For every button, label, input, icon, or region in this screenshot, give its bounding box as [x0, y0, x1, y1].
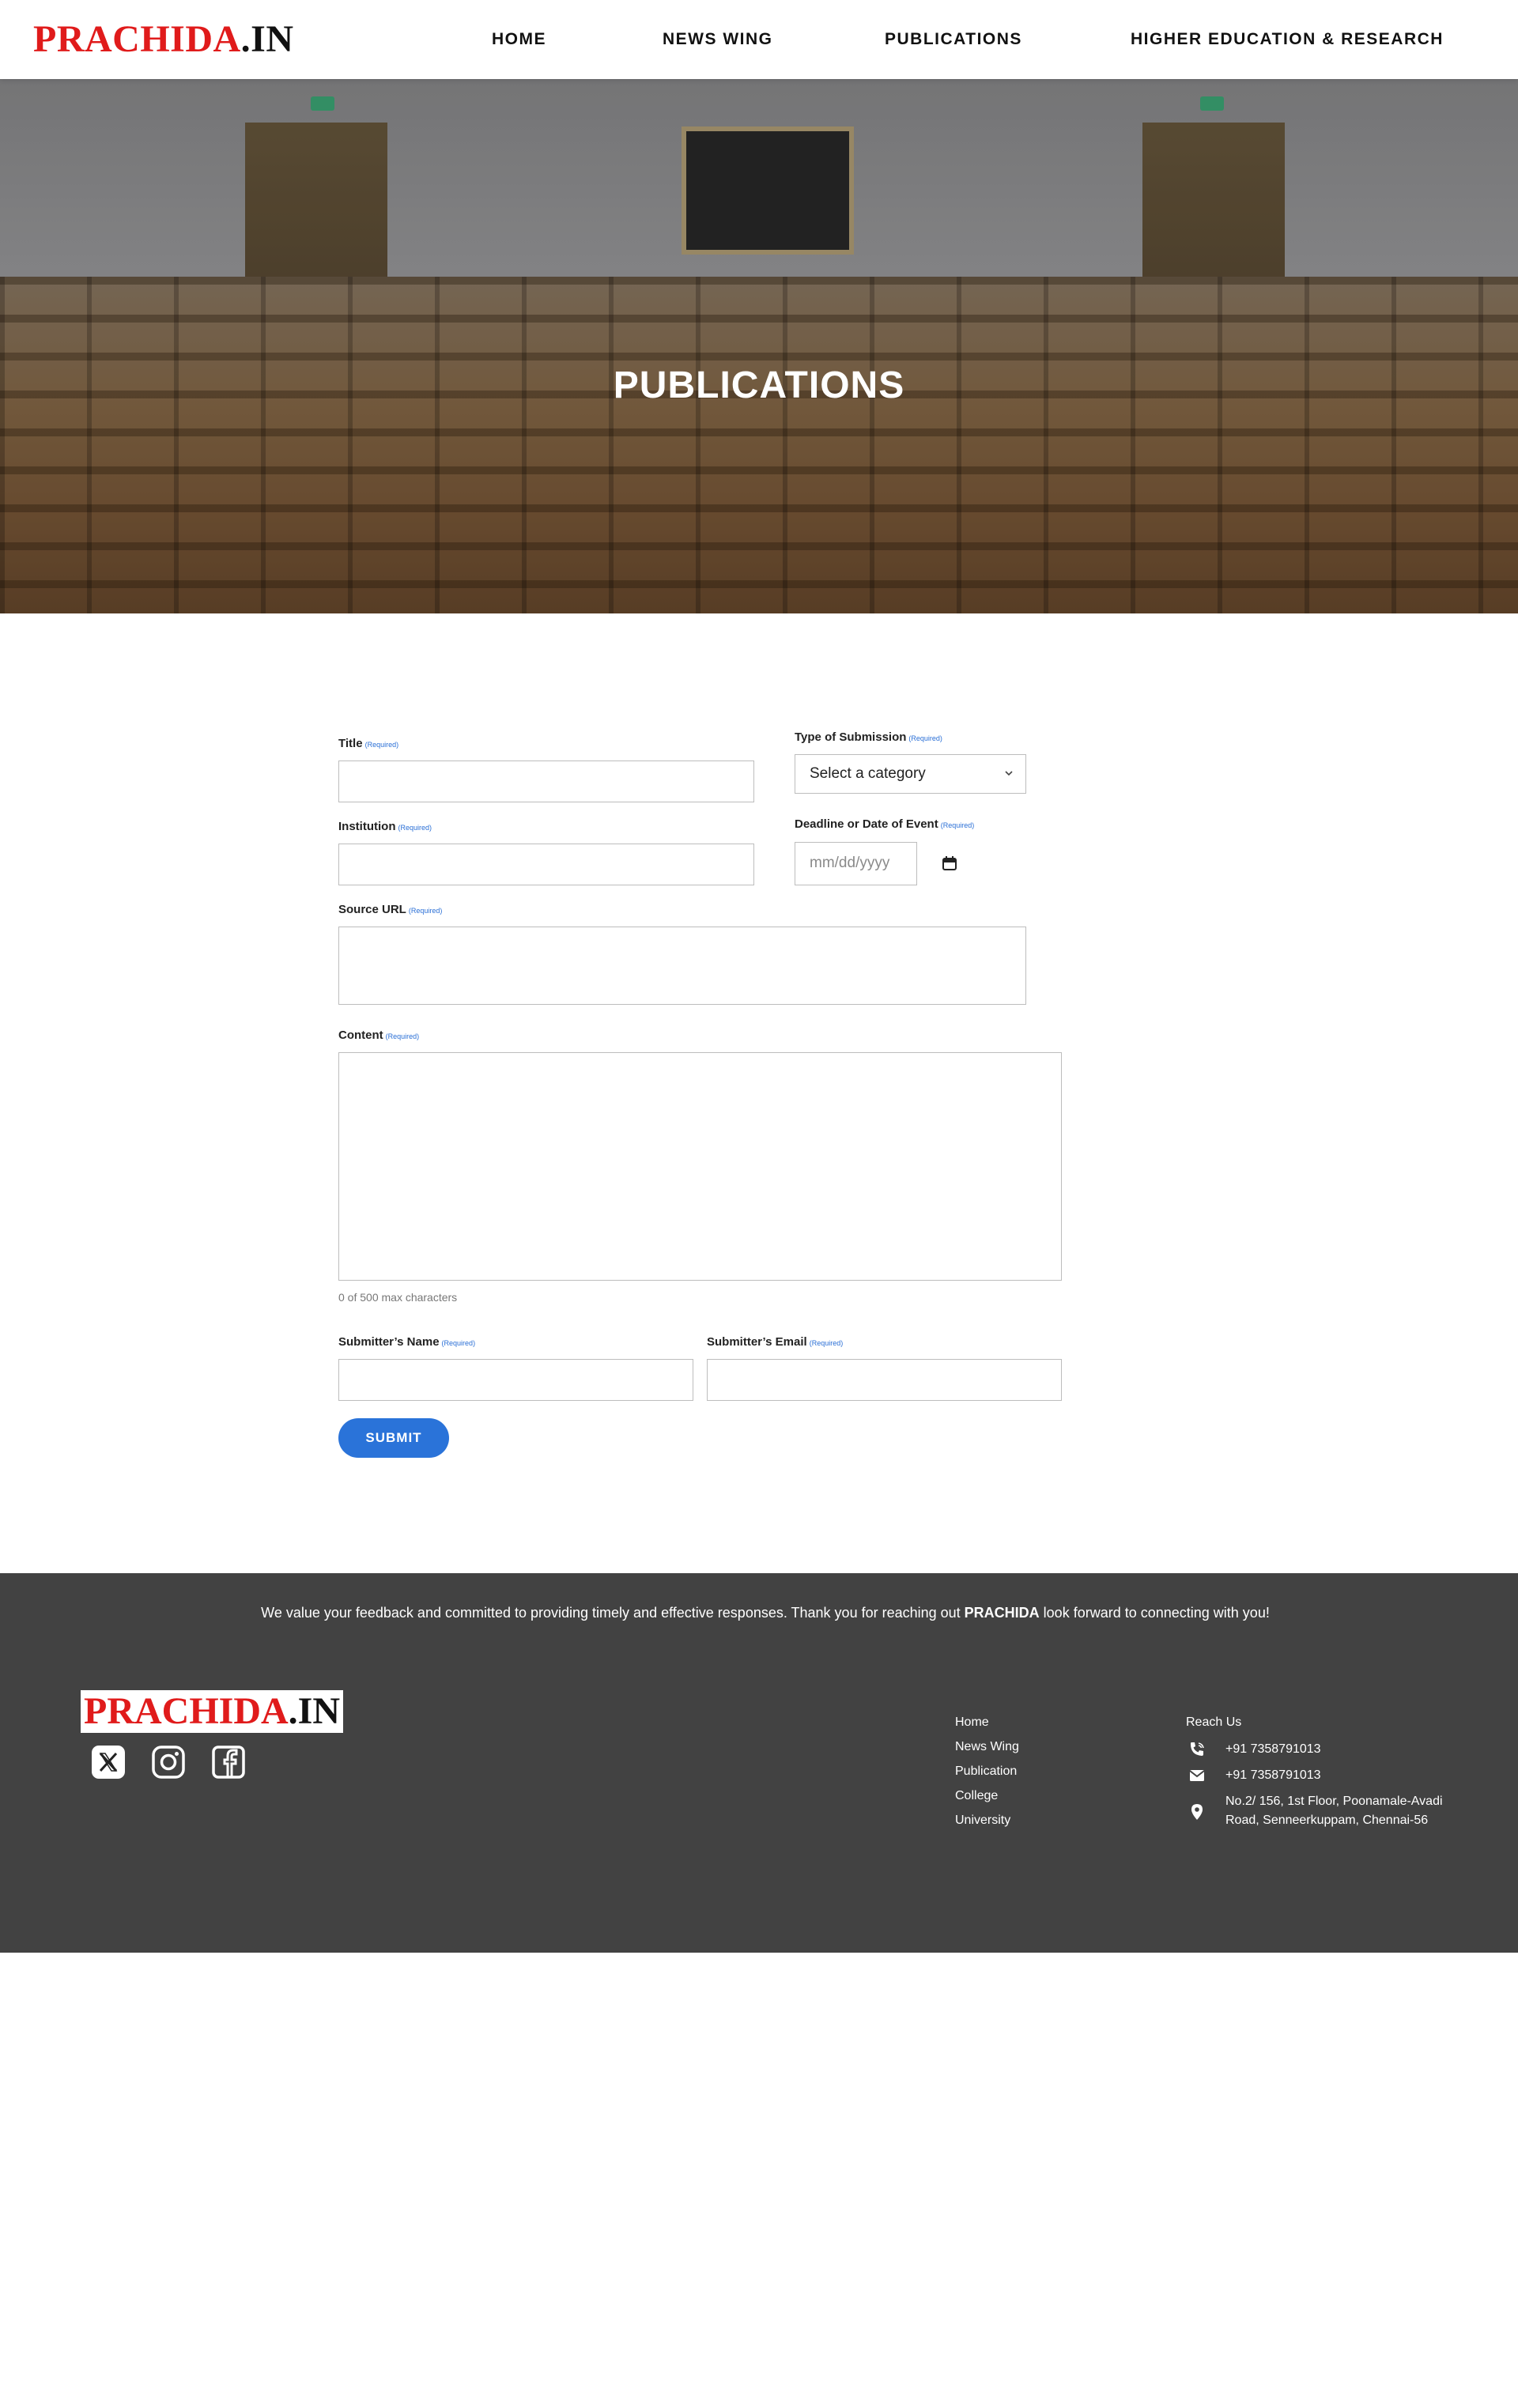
submitter-email-label: Submitter’s Email (Required) — [707, 1335, 843, 1349]
deadline-date-input[interactable]: mm/dd/yyyy — [795, 842, 917, 885]
hero-overlay — [0, 79, 1518, 613]
character-counter: 0 of 500 max characters — [338, 1291, 458, 1304]
footer-link-college[interactable]: College — [955, 1789, 998, 1803]
required-tag: (Required) — [385, 1032, 420, 1040]
footer-link-home[interactable]: Home — [955, 1715, 989, 1730]
nav-higher-education[interactable]: HIGHER EDUCATION & RESEARCH — [1131, 30, 1444, 49]
deadline-label-text: Deadline or Date of Event — [795, 817, 938, 831]
footer-link-news-wing[interactable]: News Wing — [955, 1740, 1019, 1754]
x-twitter-icon[interactable] — [90, 1744, 126, 1780]
deadline-label: Deadline or Date of Event (Required) — [795, 817, 974, 831]
required-tag: (Required) — [809, 1339, 844, 1347]
phone-number-2: +91 7358791013 — [1225, 1768, 1321, 1782]
required-tag: (Required) — [940, 821, 975, 829]
facebook-icon[interactable] — [210, 1744, 247, 1780]
instagram-icon[interactable] — [150, 1744, 187, 1780]
title-label-text: Title — [338, 737, 363, 750]
footer-link-publication[interactable]: Publication — [955, 1764, 1017, 1779]
submitter-name-input[interactable] — [338, 1359, 693, 1401]
nav-publications[interactable]: PUBLICATIONS — [885, 30, 1022, 49]
title-input[interactable] — [338, 761, 754, 802]
phone-icon — [1188, 1740, 1206, 1759]
footer-link-university[interactable]: University — [955, 1814, 1010, 1828]
submit-button[interactable]: SUBMIT — [338, 1418, 449, 1458]
title-label: Title (Required) — [338, 737, 398, 750]
footer-logo[interactable]: PRACHIDA.IN — [81, 1690, 343, 1733]
source-url-label: Source URL (Required) — [338, 903, 442, 916]
type-label-text: Type of Submission — [795, 730, 907, 744]
submitter-email-label-text: Submitter’s Email — [707, 1335, 807, 1349]
address-text: No.2/ 156, 1st Floor, Poonamale-Avadi Ro… — [1225, 1795, 1443, 1827]
page-title: PUBLICATIONS — [613, 364, 905, 406]
type-select-value: Select a category — [810, 765, 926, 782]
footer-message: We value your feedback and committed to … — [261, 1602, 1270, 1624]
content-label-text: Content — [338, 1028, 383, 1042]
site-logo[interactable]: PRACHIDA.IN — [33, 17, 294, 62]
footer-logo-suffix: .IN — [288, 1690, 340, 1732]
required-tag: (Required) — [364, 741, 399, 749]
institution-input[interactable] — [338, 844, 754, 885]
logo-text-main: PRACHIDA — [33, 18, 241, 60]
reach-us-heading: Reach Us — [1186, 1715, 1242, 1729]
institution-label: Institution (Required) — [338, 820, 432, 833]
source-url-label-text: Source URL — [338, 903, 406, 916]
submitter-email-input[interactable] — [707, 1359, 1062, 1401]
logo-text-suffix: .IN — [240, 18, 294, 60]
required-tag: (Required) — [441, 1339, 476, 1347]
footer-message-part1: We value your feedback and committed to … — [261, 1605, 965, 1621]
submitter-name-label: Submitter’s Name (Required) — [338, 1335, 475, 1349]
footer-message-part2: look forward to connecting with you! — [1039, 1605, 1270, 1621]
type-select[interactable]: Select a category — [795, 754, 1026, 794]
calendar-icon[interactable] — [942, 855, 957, 871]
content-label: Content (Required) — [338, 1028, 419, 1042]
phone-number-1: +91 7358791013 — [1225, 1742, 1321, 1756]
required-tag: (Required) — [908, 734, 942, 742]
footer-message-brand: PRACHIDA — [964, 1605, 1040, 1621]
required-tag: (Required) — [408, 907, 443, 915]
site-footer: We value your feedback and committed to … — [0, 1573, 1518, 1953]
nav-home[interactable]: HOME — [492, 30, 546, 49]
required-tag: (Required) — [398, 824, 432, 832]
submitter-name-label-text: Submitter’s Name — [338, 1335, 440, 1349]
mail-icon — [1188, 1766, 1206, 1785]
institution-label-text: Institution — [338, 820, 396, 833]
location-icon — [1188, 1802, 1206, 1821]
date-placeholder: mm/dd/yyyy — [810, 855, 890, 871]
type-label: Type of Submission (Required) — [795, 730, 942, 744]
source-url-input[interactable] — [338, 927, 1026, 1005]
footer-logo-main: PRACHIDA — [84, 1690, 289, 1732]
chevron-down-icon — [1003, 755, 1014, 808]
content-textarea[interactable] — [338, 1052, 1062, 1281]
hero-banner: PUBLICATIONS — [0, 79, 1518, 613]
site-header: PRACHIDA.IN HOME NEWS WING PUBLICATIONS … — [0, 0, 1518, 79]
nav-news-wing[interactable]: NEWS WING — [663, 30, 773, 49]
